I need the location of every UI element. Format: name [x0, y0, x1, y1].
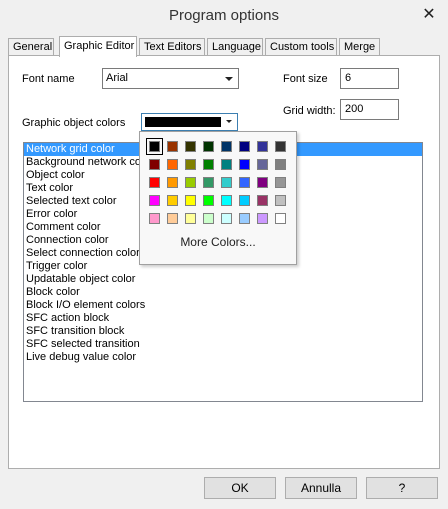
cancel-button[interactable]: Annulla [285, 477, 357, 499]
color-swatch[interactable] [257, 159, 268, 170]
color-swatch[interactable] [203, 177, 214, 188]
color-swatch[interactable] [221, 159, 232, 170]
color-swatch[interactable] [257, 195, 268, 206]
font-size-input[interactable]: 6 [340, 68, 399, 89]
color-swatch[interactable] [221, 141, 232, 152]
color-picker-popup: More Colors... [139, 131, 297, 265]
program-options-dialog: Program options ✕ General Graphic Editor… [0, 0, 448, 509]
color-swatch[interactable] [203, 141, 214, 152]
grid-width-input[interactable]: 200 [340, 99, 399, 120]
font-name-value: Arial [106, 72, 129, 84]
list-item[interactable]: Live debug value color [24, 351, 422, 364]
list-item[interactable]: SFC action block [24, 312, 422, 325]
color-swatch[interactable] [275, 195, 286, 206]
list-item[interactable]: Updatable object color [24, 273, 422, 286]
color-swatch[interactable] [221, 177, 232, 188]
more-colors-button[interactable]: More Colors... [140, 235, 296, 249]
color-swatch[interactable] [149, 159, 160, 170]
color-swatch[interactable] [275, 177, 286, 188]
color-swatch[interactable] [167, 195, 178, 206]
tab-language[interactable]: Language [207, 38, 263, 56]
color-swatch[interactable] [185, 213, 196, 224]
color-swatch[interactable] [239, 213, 250, 224]
selected-color-swatch [145, 117, 221, 127]
tab-merge[interactable]: Merge [339, 38, 380, 56]
graphic-object-colors-label: Graphic object colors [22, 117, 126, 129]
color-swatch[interactable] [167, 177, 178, 188]
font-size-label: Font size [283, 73, 328, 85]
color-swatch[interactable] [239, 177, 250, 188]
title-bar: Program options ✕ [0, 0, 448, 34]
color-swatch[interactable] [185, 177, 196, 188]
color-swatch[interactable] [167, 213, 178, 224]
tab-general[interactable]: General [8, 38, 54, 56]
close-icon[interactable]: ✕ [416, 4, 442, 26]
color-swatch[interactable] [185, 141, 196, 152]
font-name-label: Font name [22, 73, 75, 85]
color-swatch[interactable] [239, 141, 250, 152]
color-swatch[interactable] [149, 213, 160, 224]
list-item[interactable]: SFC transition block [24, 325, 422, 338]
help-button[interactable]: ? [366, 477, 438, 499]
list-item[interactable]: SFC selected transition [24, 338, 422, 351]
color-swatch[interactable] [185, 159, 196, 170]
color-swatch[interactable] [257, 141, 268, 152]
color-swatch[interactable] [167, 141, 178, 152]
color-swatch[interactable] [239, 159, 250, 170]
tab-text-editors[interactable]: Text Editors [139, 38, 205, 56]
ok-button[interactable]: OK [204, 477, 276, 499]
color-swatch[interactable] [149, 195, 160, 206]
color-swatch[interactable] [149, 177, 160, 188]
color-swatch[interactable] [185, 195, 196, 206]
font-name-combo[interactable]: Arial [102, 68, 239, 89]
chevron-down-icon[interactable] [223, 114, 235, 130]
color-swatch[interactable] [239, 195, 250, 206]
list-item[interactable]: Block I/O element colors [24, 299, 422, 312]
tab-custom-tools[interactable]: Custom tools [265, 38, 337, 56]
tab-graphic-editor[interactable]: Graphic Editor [59, 36, 137, 57]
color-swatch[interactable] [167, 159, 178, 170]
color-picker-combo[interactable] [141, 113, 238, 131]
grid-width-label: Grid width: [283, 105, 336, 117]
color-swatch[interactable] [203, 195, 214, 206]
color-swatch[interactable] [221, 213, 232, 224]
color-swatch[interactable] [221, 195, 232, 206]
chevron-down-icon[interactable] [222, 70, 236, 87]
color-swatch[interactable] [275, 159, 286, 170]
color-swatch[interactable] [203, 213, 214, 224]
color-swatch[interactable] [203, 159, 214, 170]
color-swatch[interactable] [146, 138, 163, 155]
color-swatch[interactable] [275, 141, 286, 152]
list-item[interactable]: Block color [24, 286, 422, 299]
color-swatch[interactable] [275, 213, 286, 224]
window-title: Program options [168, 7, 280, 24]
color-swatch[interactable] [257, 177, 268, 188]
color-swatch[interactable] [257, 213, 268, 224]
